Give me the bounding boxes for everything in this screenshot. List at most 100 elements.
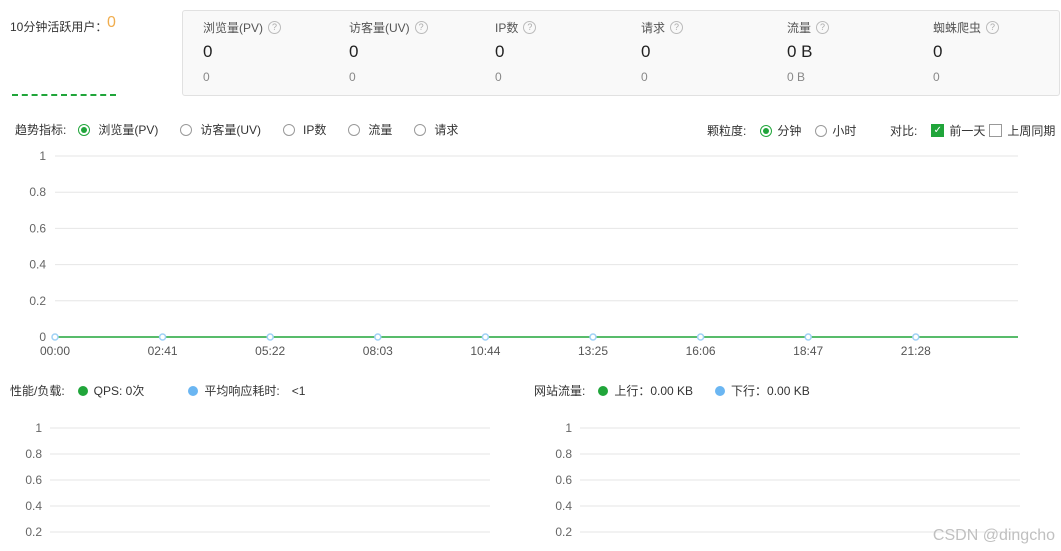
compare-label: 对比: xyxy=(890,124,918,138)
x-tick-label: 05:22 xyxy=(255,344,285,358)
trend-option-traffic[interactable]: 流量 xyxy=(348,121,392,138)
x-tick-label: 21:28 xyxy=(901,344,931,358)
data-point xyxy=(696,333,705,341)
y-tick-label: 1 xyxy=(35,421,42,435)
y-tick-label: 0.6 xyxy=(29,221,46,235)
compare-previous-day[interactable]: ✓ 前一天 xyxy=(931,122,985,139)
stat-spider: 蜘蛛爬虫? 0 0 xyxy=(913,11,1059,95)
upload-dot-icon xyxy=(598,385,609,396)
stat-pv-value: 0 xyxy=(203,42,213,61)
active-users-label: 10分钟活跃用户： xyxy=(10,20,108,34)
radio-icon[interactable] xyxy=(180,123,193,136)
stats-panel: 浏览量(PV)? 0 0 访客量(UV)? 0 0 IP数? 0 0 请求? 0… xyxy=(182,10,1060,96)
stat-pv-sub: 0 xyxy=(203,70,210,84)
upload-value: 上行：0.00 KB xyxy=(614,384,694,398)
y-tick-label: 0.8 xyxy=(29,185,46,199)
y-tick-label: 0.8 xyxy=(25,447,42,461)
y-tick-label: 0.4 xyxy=(29,258,46,272)
y-tick-label: 0.4 xyxy=(555,499,572,513)
perf-chart: 1 0.8 0.6 0.4 0.2 xyxy=(25,421,490,539)
stat-traffic-value: 0 B xyxy=(787,42,813,61)
y-tick-label: 0.2 xyxy=(29,294,46,308)
data-point xyxy=(51,333,59,341)
y-tick-label: 0.4 xyxy=(25,499,42,513)
data-point xyxy=(266,333,274,341)
compare-selector: 对比: ✓ 前一天 上周同期 xyxy=(890,122,1055,139)
data-point xyxy=(804,333,812,341)
stat-ip-label: IP数 xyxy=(495,21,519,35)
radio-checked-icon[interactable] xyxy=(760,124,773,137)
y-tick-label: 1 xyxy=(39,149,46,163)
x-tick-label: 02:41 xyxy=(148,344,178,358)
y-tick-label: 1 xyxy=(565,421,572,435)
active-users-sparkline xyxy=(12,94,116,96)
y-tick-label: 0.8 xyxy=(555,447,572,461)
stat-requests-value: 0 xyxy=(641,42,651,61)
stat-uv-value: 0 xyxy=(349,42,359,61)
help-icon[interactable]: ? xyxy=(670,21,684,34)
trend-option-requests[interactable]: 请求 xyxy=(414,121,458,138)
stat-ip-value: 0 xyxy=(495,42,505,61)
checkbox-icon[interactable] xyxy=(989,124,1003,137)
trend-chart: 1 0.8 0.6 0.4 0.2 000:00 02:41 05:22 08:03 10:44 1… xyxy=(29,149,1018,358)
help-icon[interactable]: ? xyxy=(816,21,830,34)
y-tick-label: 0.6 xyxy=(25,473,42,487)
data-point xyxy=(589,333,597,341)
stat-requests-label: 请求 xyxy=(641,21,666,35)
stat-traffic-sub: 0 B xyxy=(787,70,806,84)
stat-requests: 请求? 0 0 xyxy=(621,11,767,95)
qps-value: QPS: 0次 xyxy=(93,384,145,398)
trend-option-uv[interactable]: 访客量(UV) xyxy=(180,121,261,138)
data-point xyxy=(481,333,490,341)
radio-checked-icon[interactable] xyxy=(78,123,91,136)
x-tick-label: 18:47 xyxy=(793,344,823,358)
radio-icon[interactable] xyxy=(348,123,361,136)
traffic-label: 网站流量: xyxy=(534,384,586,398)
help-icon[interactable]: ? xyxy=(986,21,1000,34)
trend-option-pv[interactable]: 浏览量(PV) xyxy=(78,121,158,138)
help-icon[interactable]: ? xyxy=(523,21,537,34)
checkbox-checked-icon[interactable]: ✓ xyxy=(931,124,945,137)
traffic-legend: 网站流量: 上行：0.00 KB 下行：0.00 KB xyxy=(534,382,810,399)
watermark: CSDN @dingcho xyxy=(932,527,1055,544)
stat-uv-label: 访客量(UV) xyxy=(349,21,410,35)
trend-selector: 趋势指标: 浏览量(PV) 访客量(UV) IP数 流量 请求 xyxy=(15,121,480,138)
trend-option-ip[interactable]: IP数 xyxy=(283,121,326,138)
x-tick-label: 08:03 xyxy=(363,344,393,358)
stat-pv: 浏览量(PV)? 0 0 xyxy=(183,11,329,95)
stat-spider-value: 0 xyxy=(933,42,943,61)
radio-icon[interactable] xyxy=(283,123,296,136)
stat-ip: IP数? 0 0 xyxy=(475,11,621,95)
granularity-label: 颗粒度: xyxy=(707,124,747,138)
y-tick-label: 0.2 xyxy=(25,525,42,539)
x-tick-label: 00:00 xyxy=(40,344,70,358)
active-users: 10分钟活跃用户： 0 xyxy=(10,14,170,98)
data-point xyxy=(158,333,167,341)
radio-icon[interactable] xyxy=(414,123,427,136)
stat-ip-sub: 0 xyxy=(495,70,502,84)
help-icon[interactable]: ? xyxy=(268,21,282,34)
stat-uv-sub: 0 xyxy=(349,70,356,84)
y-tick-label: 0.2 xyxy=(555,525,572,539)
x-tick-label: 13:25 xyxy=(578,344,608,358)
perf-legend: 性能/负载: QPS: 0次 平均响应耗时: <1 xyxy=(10,382,305,399)
radio-icon[interactable] xyxy=(815,124,828,137)
data-point xyxy=(374,333,382,341)
stat-uv: 访客量(UV)? 0 0 xyxy=(329,11,475,95)
y-tick-label: 0 xyxy=(39,330,46,344)
granularity-option-hour[interactable]: 小时 xyxy=(815,122,856,139)
stat-spider-sub: 0 xyxy=(933,70,940,84)
granularity-option-minute[interactable]: 分钟 xyxy=(760,122,801,139)
compare-last-week[interactable]: 上周同期 xyxy=(989,122,1055,139)
help-icon[interactable]: ? xyxy=(414,21,428,34)
stat-traffic: 流量? 0 B 0 B xyxy=(767,11,913,95)
perf-label: 性能/负载: xyxy=(10,384,65,398)
data-point xyxy=(912,333,920,341)
download-value: 下行：0.00 KB xyxy=(731,384,810,398)
trend-label: 趋势指标: xyxy=(15,123,67,137)
stat-pv-label: 浏览量(PV) xyxy=(203,21,264,35)
x-tick-label: 10:44 xyxy=(470,344,500,358)
qps-dot-icon xyxy=(77,385,88,396)
y-tick-label: 0.6 xyxy=(555,473,572,487)
avg-response-label: 平均响应耗时: xyxy=(204,384,280,398)
